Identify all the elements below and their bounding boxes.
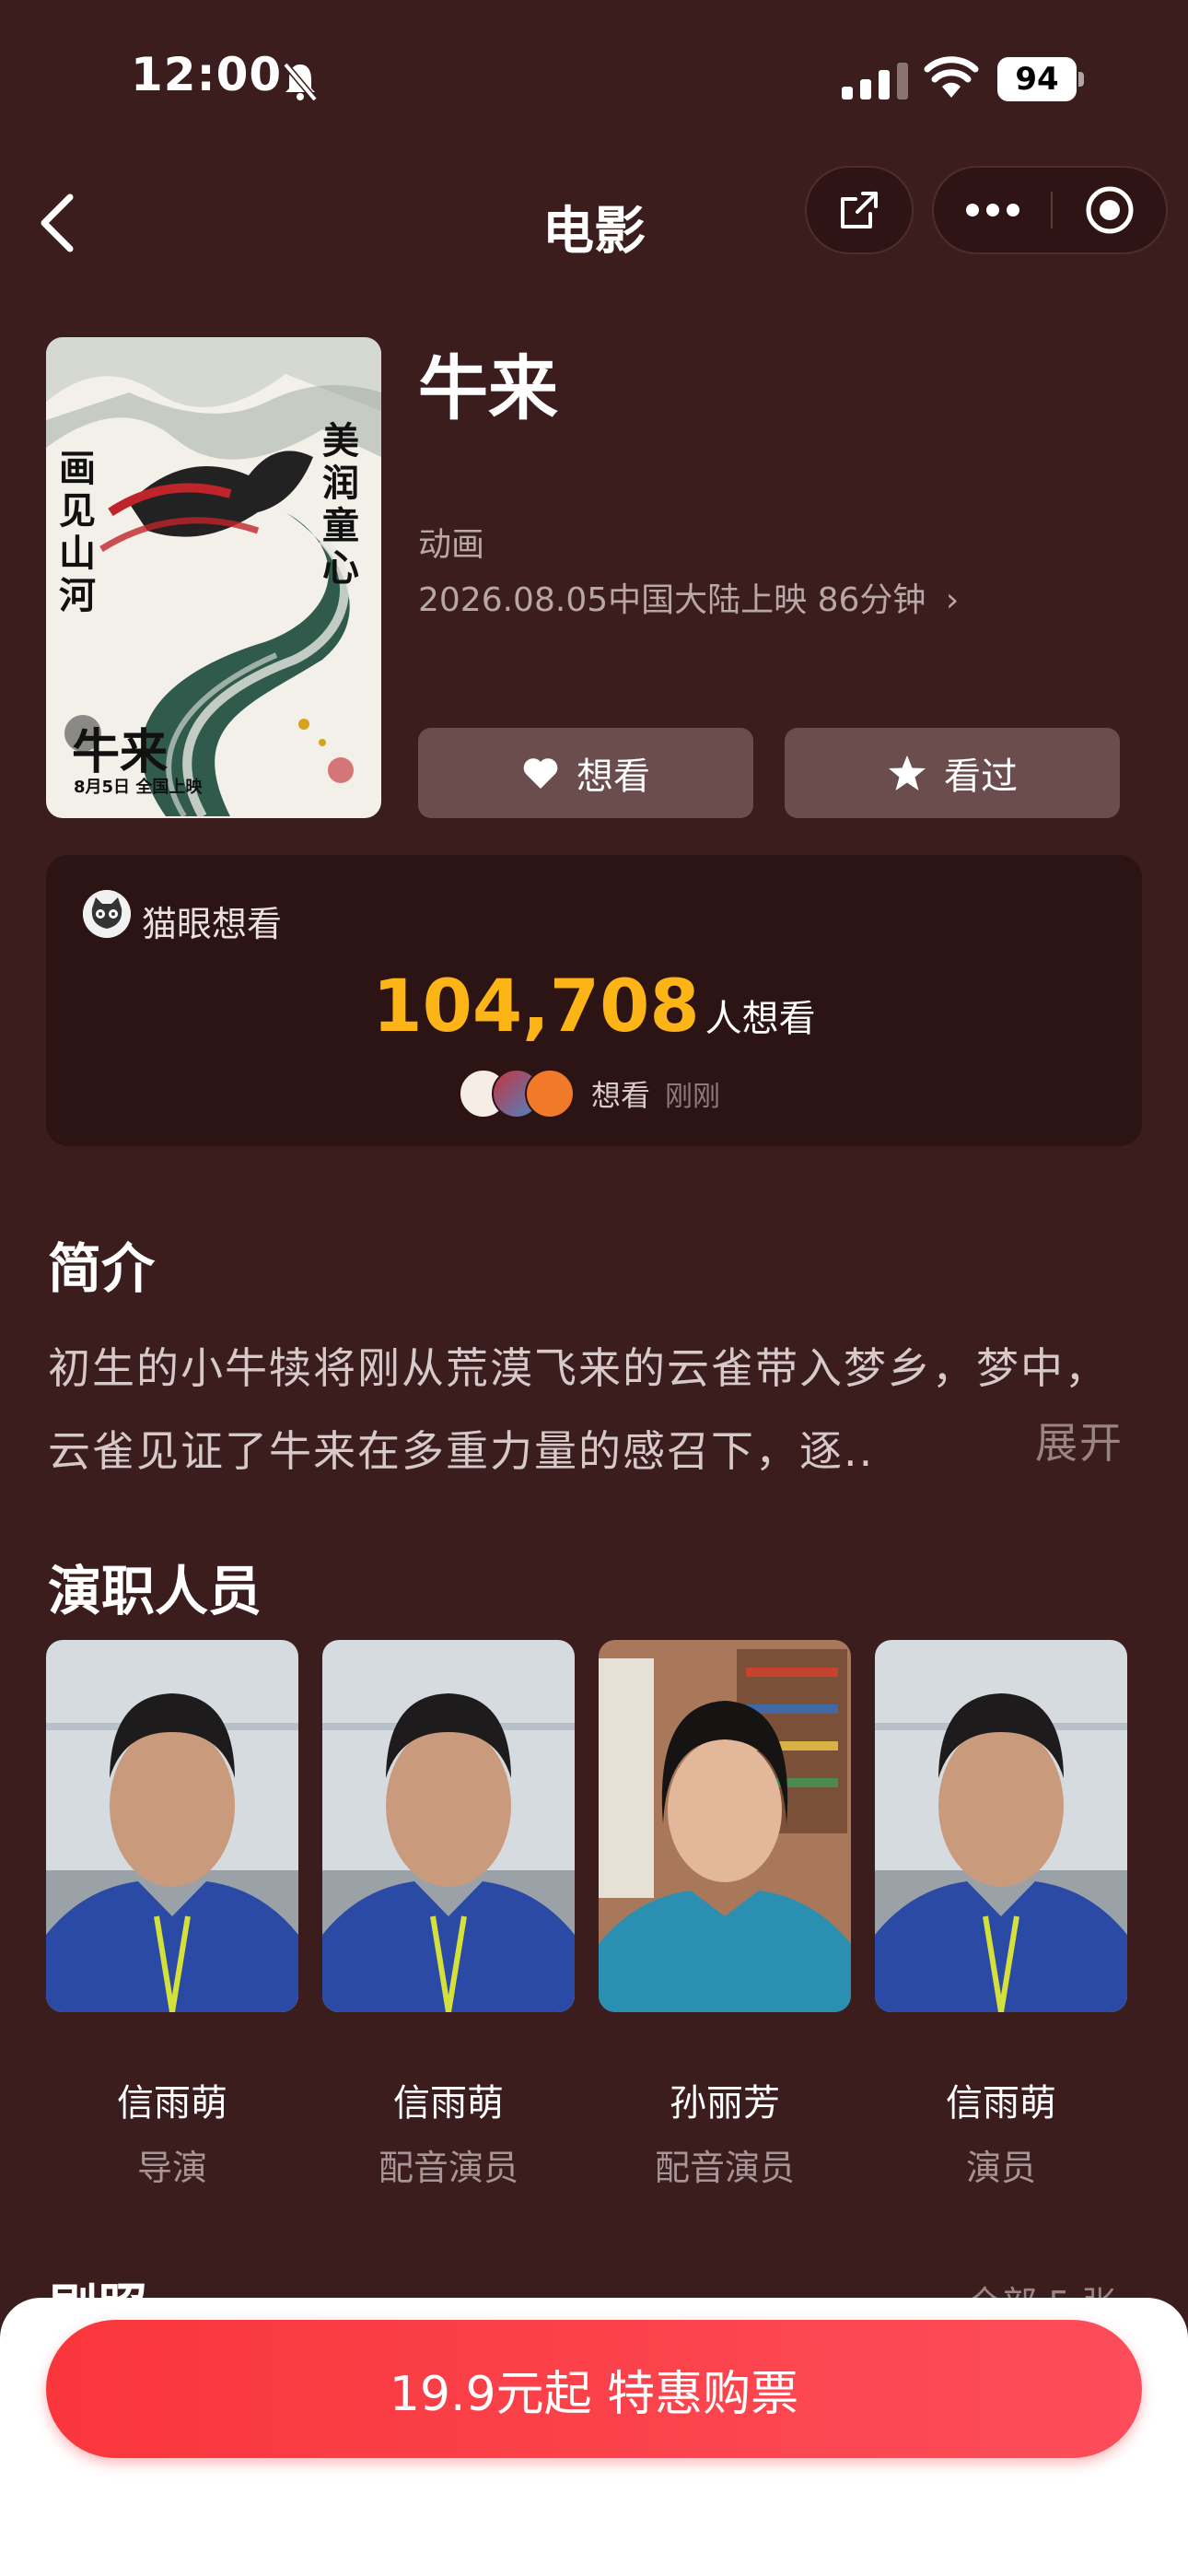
miniprogram-capsule [932, 166, 1168, 254]
want-count: 104,708 [372, 966, 700, 1048]
more-button[interactable] [934, 168, 1051, 252]
recent-user-avatars [459, 1069, 597, 1118]
poster-slogan-left: 画见山河 [59, 447, 96, 617]
poster-date: 8月5日 全国上映 [74, 778, 203, 797]
cast-photo [599, 1640, 851, 2012]
release-info-link[interactable]: 2026.08.05中国大陆上映 86分钟 › [418, 573, 959, 621]
synopsis-heading: 简介 [48, 1237, 156, 1300]
cast-name: 信雨萌 [117, 2082, 227, 2125]
battery-level: 94 [997, 57, 1077, 101]
cast-photo [322, 1640, 575, 2012]
synopsis-expand-button[interactable]: 展开 [1035, 1410, 1124, 1470]
status-time: 12:00 [131, 48, 283, 101]
maoyan-want-card: 猫眼想看 104,708 人想看 想看 刚刚 [46, 855, 1142, 1146]
cast-name: 信雨萌 [946, 2082, 1056, 2125]
poster-slogan-right: 美润童心 [322, 419, 359, 590]
cast-role: 演员 [965, 2148, 1036, 2188]
cast-card[interactable]: 孙丽芳 配音演员 [599, 1640, 851, 2188]
chevron-right-icon: › [945, 581, 960, 619]
target-circle-icon [1086, 186, 1133, 234]
want-activity: 想看 刚刚 [591, 1072, 720, 1115]
cast-card[interactable]: 信雨萌 配音演员 [322, 1640, 575, 2188]
movie-poster[interactable]: 画见山河 美润童心 牛来 8月5日 全国上映 [46, 337, 381, 818]
want-activity-time: 刚刚 [665, 1081, 721, 1113]
movie-title: 牛来 [418, 347, 558, 429]
want-activity-label: 想看 [591, 1078, 651, 1113]
want-to-watch-button[interactable]: 想看 [418, 728, 753, 818]
cast-photo [46, 1640, 298, 2012]
cast-card[interactable]: 信雨萌 演员 [875, 1640, 1127, 2188]
cast-name: 孙丽芳 [670, 2082, 780, 2125]
cast-photo [875, 1640, 1127, 2012]
close-miniprogram-button[interactable] [1053, 168, 1166, 252]
maoyan-cat-logo-icon [83, 890, 131, 938]
want-to-watch-label: 想看 [577, 755, 650, 798]
maoyan-want-label: 猫眼想看 [142, 904, 283, 944]
cast-role: 配音演员 [378, 2148, 518, 2188]
share-icon [841, 192, 878, 228]
battery-icon: 94 [997, 57, 1085, 101]
more-dots-icon [965, 204, 1019, 217]
heart-icon [523, 758, 558, 789]
synopsis-text: 初生的小牛犊将刚从荒漠飞来的云雀带入梦乡，梦中，云雀见证了牛来在多重力量的感召下… [48, 1343, 1109, 1476]
want-count-row: 104,708 人想看 [46, 966, 1142, 1048]
watched-label: 看过 [944, 755, 1018, 798]
signal-icon [842, 63, 908, 100]
silent-bell-icon [283, 62, 318, 101]
cast-role: 导演 [136, 2148, 207, 2188]
wifi-icon [924, 56, 979, 98]
star-icon [889, 755, 926, 790]
watched-button[interactable]: 看过 [785, 728, 1120, 818]
cast-name: 信雨萌 [393, 2082, 504, 2125]
cast-card[interactable]: 信雨萌 导演 [46, 1640, 298, 2188]
share-button[interactable] [805, 166, 914, 254]
movie-genre: 动画 [418, 526, 485, 564]
want-count-suffix: 人想看 [705, 998, 816, 1040]
avatar [525, 1069, 575, 1118]
cast-heading: 演职人员 [48, 1560, 262, 1622]
release-info: 2026.08.05中国大陆上映 86分钟 [418, 581, 926, 619]
buy-ticket-button[interactable]: 19.9元起 特惠购票 [46, 2320, 1142, 2458]
poster-title: 牛来 [72, 724, 169, 780]
cast-role: 配音演员 [654, 2148, 795, 2188]
